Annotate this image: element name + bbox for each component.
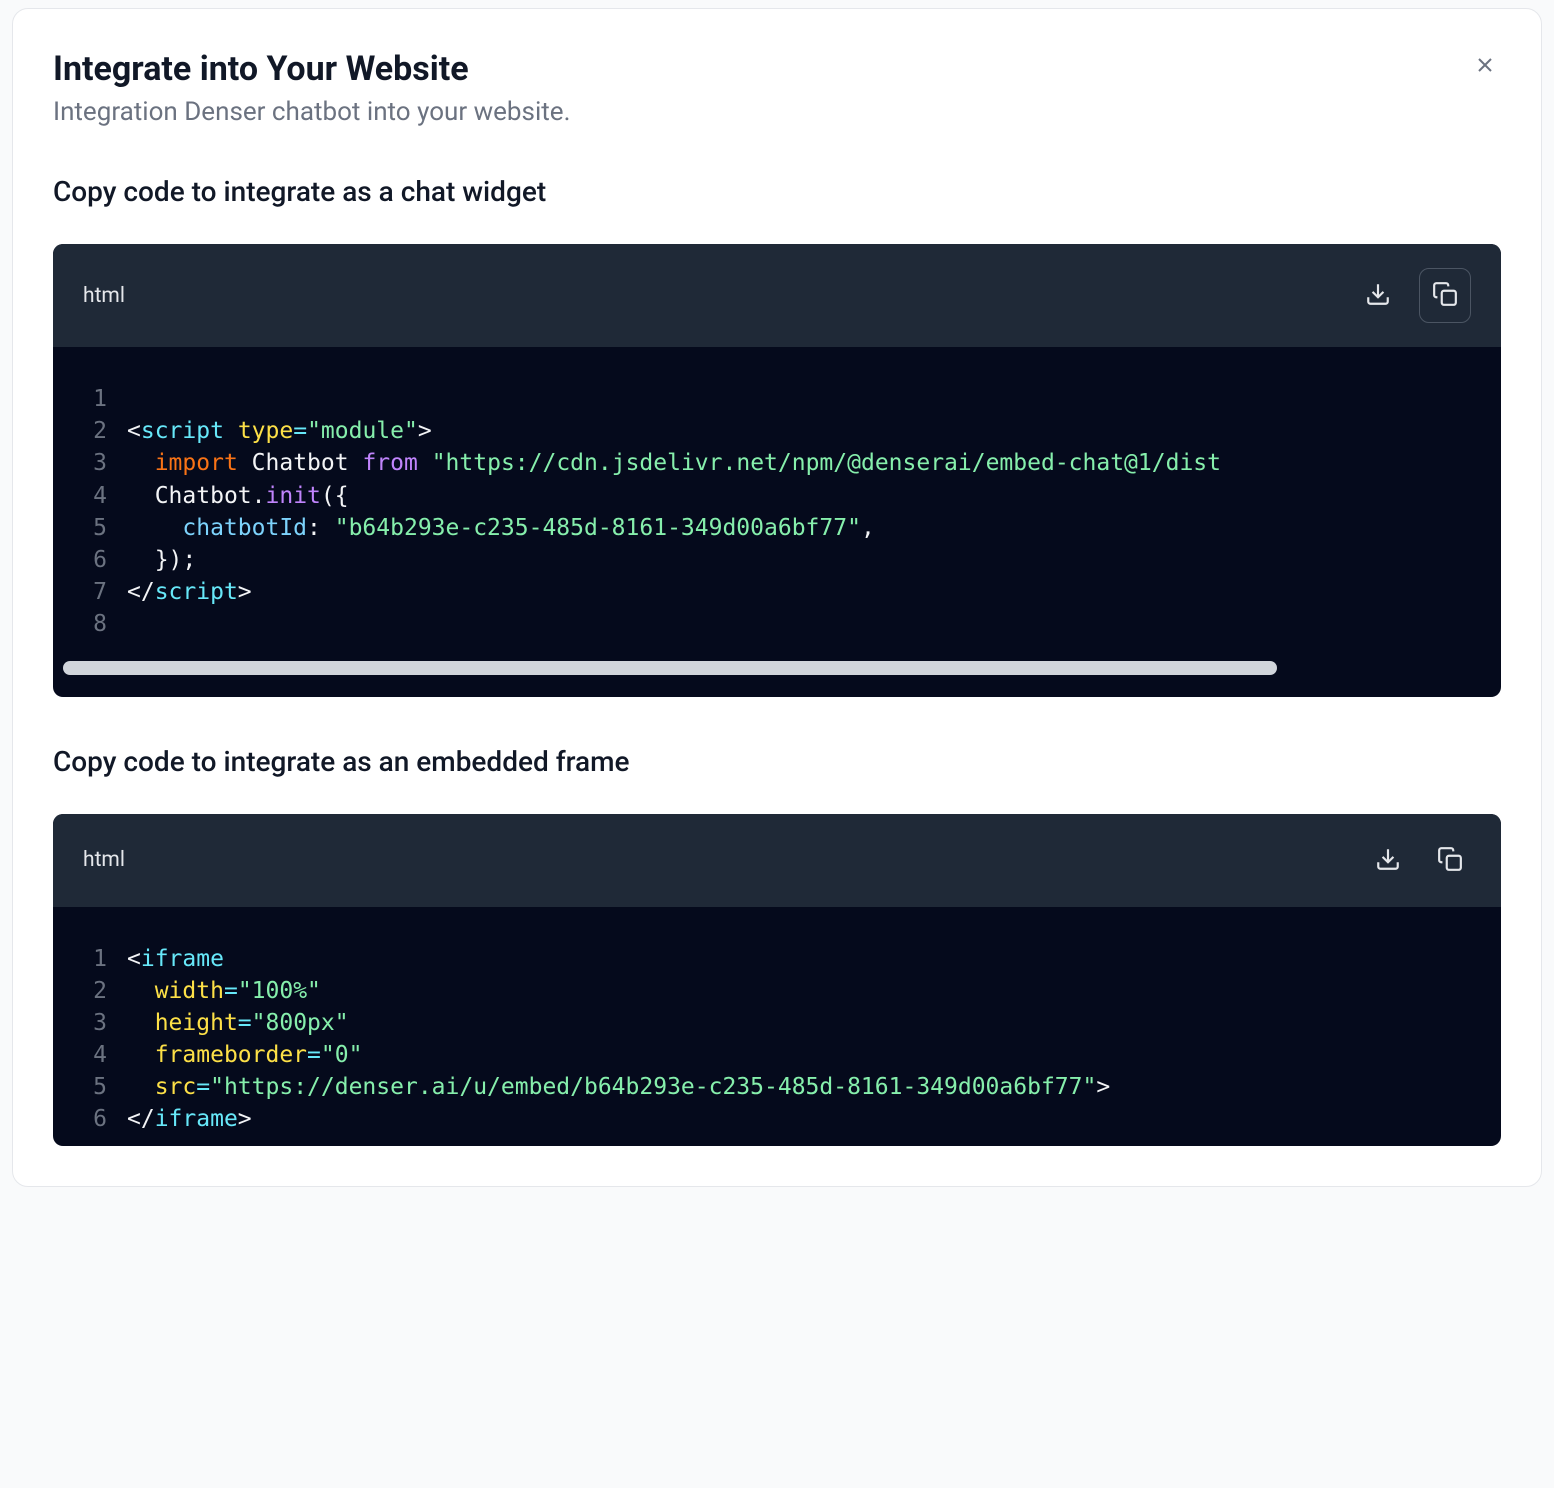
code-line: 1 <iframe — [53, 943, 1501, 975]
code-content: src="https://denser.ai/u/embed/b64b293e-… — [127, 1071, 1481, 1103]
section-heading: Copy code to integrate as a chat widget — [53, 175, 1501, 208]
section-heading: Copy code to integrate as an embedded fr… — [53, 745, 1501, 778]
code-line: 5 chatbotId: "b64b293e-c235-485d-8161-34… — [53, 512, 1501, 544]
code-content: width="100%" — [127, 975, 1481, 1007]
code-line: 5 src="https://denser.ai/u/embed/b64b293… — [53, 1071, 1501, 1103]
integration-modal: Integrate into Your Website Integration … — [12, 8, 1542, 1187]
code-line: 4 Chatbot.init({ — [53, 480, 1501, 512]
code-content — [127, 383, 1481, 415]
line-number: 4 — [73, 480, 107, 512]
code-content: height="800px" — [127, 1007, 1481, 1039]
code-language-label: html — [83, 284, 125, 308]
line-number: 3 — [73, 447, 107, 479]
code-content: <script type="module"> — [127, 415, 1481, 447]
code-line: 1 — [53, 383, 1501, 415]
code-actions — [1367, 838, 1471, 883]
line-number: 1 — [73, 383, 107, 415]
code-body[interactable]: 1<iframe2 width="100%"3 height="800px"4 … — [53, 907, 1501, 1146]
code-actions — [1357, 268, 1471, 323]
line-number: 2 — [73, 975, 107, 1007]
code-line: 6 </iframe> — [53, 1103, 1501, 1135]
code-content: <iframe — [127, 943, 1481, 975]
code-content — [127, 608, 1481, 640]
code-line: 3 import Chatbot from "https://cdn.jsdel… — [53, 447, 1501, 479]
copy-icon — [1432, 281, 1458, 310]
code-line: 3 height="800px" — [53, 1007, 1501, 1039]
modal-subtitle: Integration Denser chatbot into your web… — [53, 97, 1501, 127]
copy-button[interactable] — [1429, 838, 1471, 883]
code-line: 7 </script> — [53, 576, 1501, 608]
code-content: chatbotId: "b64b293e-c235-485d-8161-349d… — [127, 512, 1481, 544]
line-number: 8 — [73, 608, 107, 640]
horizontal-scrollbar[interactable] — [63, 661, 1491, 675]
line-number: 5 — [73, 1071, 107, 1103]
line-number: 6 — [73, 1103, 107, 1135]
code-content: }); — [127, 544, 1481, 576]
modal-title: Integrate into Your Website — [53, 49, 1501, 89]
download-icon — [1375, 846, 1401, 875]
close-icon — [1473, 65, 1497, 80]
code-line: 4 frameborder="0" — [53, 1039, 1501, 1071]
line-number: 2 — [73, 415, 107, 447]
code-content: frameborder="0" — [127, 1039, 1481, 1071]
code-line: 6 }); — [53, 544, 1501, 576]
download-button[interactable] — [1367, 838, 1409, 883]
code-language-label: html — [83, 848, 125, 872]
code-line: 2 width="100%" — [53, 975, 1501, 1007]
copy-icon — [1437, 846, 1463, 875]
code-content: import Chatbot from "https://cdn.jsdeliv… — [127, 447, 1481, 479]
download-icon — [1365, 281, 1391, 310]
code-body[interactable]: 12<script type="module">3 import Chatbot… — [53, 347, 1501, 697]
code-header: html — [53, 814, 1501, 907]
line-number: 3 — [73, 1007, 107, 1039]
code-header: html — [53, 244, 1501, 347]
code-block: html12<script type="module">3 import Cha… — [53, 244, 1501, 697]
line-number: 5 — [73, 512, 107, 544]
code-block: html1<iframe2 width="100%"3 height="800p… — [53, 814, 1501, 1146]
download-button[interactable] — [1357, 273, 1399, 318]
code-line: 8 — [53, 608, 1501, 640]
code-content: </script> — [127, 576, 1481, 608]
copy-button[interactable] — [1419, 268, 1471, 323]
code-line: 2 <script type="module"> — [53, 415, 1501, 447]
line-number: 1 — [73, 943, 107, 975]
line-number: 6 — [73, 544, 107, 576]
line-number: 7 — [73, 576, 107, 608]
code-content: </iframe> — [127, 1103, 1481, 1135]
code-content: Chatbot.init({ — [127, 480, 1481, 512]
close-button[interactable] — [1469, 49, 1501, 84]
line-number: 4 — [73, 1039, 107, 1071]
scrollbar-thumb[interactable] — [63, 661, 1277, 675]
